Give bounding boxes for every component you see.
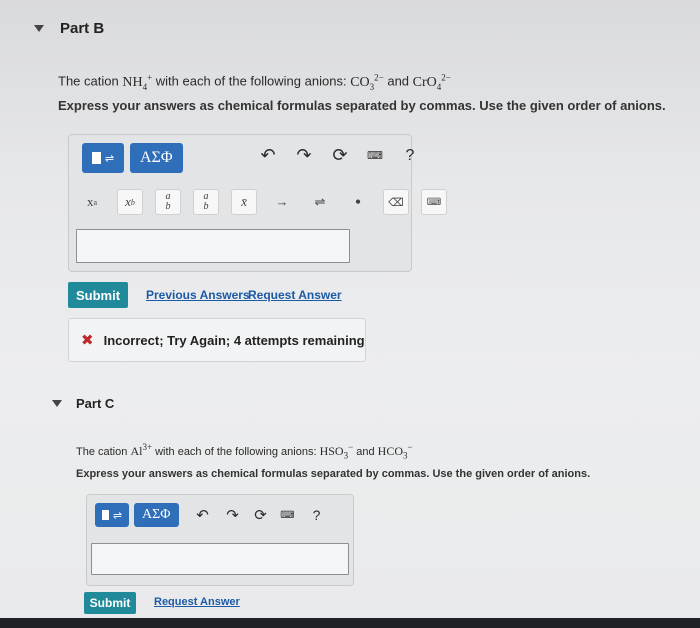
part-b-instruction: Express your answers as chemical formula… (58, 98, 666, 113)
request-answer-link[interactable]: Request Answer (248, 288, 342, 302)
part-c-submit-button[interactable]: Submit (84, 592, 136, 614)
previous-answers-link[interactable]: Previous Answers (146, 288, 250, 302)
cation-formula: NH4+ (122, 72, 153, 92)
templates-button[interactable]: ⇌ (82, 143, 124, 173)
request-answer-link[interactable]: Request Answer (154, 596, 240, 608)
collapse-caret-icon[interactable] (52, 400, 62, 407)
part-b-header[interactable]: Part B (34, 20, 104, 37)
anion2-formula: HCO3− (377, 442, 413, 461)
subscript-key[interactable]: xb (117, 189, 143, 215)
part-b-answer-editor: ⇌ ΑΣΦ ↶ ↷ ⟳ ⌨ ? xa xb ab ab x̄ → ⇌ • ⌫ ⌨ (68, 134, 447, 272)
keyboard-toggle-icon[interactable]: ⌨ (421, 189, 447, 215)
part-b-title: Part B (60, 20, 105, 37)
error-x-icon: ✖ (81, 332, 94, 349)
redo-icon[interactable]: ↷ (223, 506, 243, 524)
reset-icon[interactable]: ⟳ (327, 145, 353, 166)
keyboard-icon[interactable]: ⌨ (277, 510, 299, 521)
delete-key-icon[interactable]: ⌫ (383, 189, 409, 215)
overline-key[interactable]: x̄ (231, 189, 257, 215)
part-c-instruction: Express your answers as chemical formula… (76, 468, 591, 480)
undo-icon[interactable]: ↶ (255, 145, 281, 166)
anion1-formula: HSO3− (319, 442, 354, 461)
part-c-answer-editor: ⇌ ΑΣΦ ↶ ↷ ⟳ ⌨ ? (86, 494, 354, 586)
redo-icon[interactable]: ↷ (291, 145, 317, 166)
fraction-key[interactable]: ab (155, 189, 181, 215)
greek-symbols-button[interactable]: ΑΣΦ (130, 143, 183, 173)
reaction-arrow-key[interactable]: → (269, 189, 295, 215)
part-b-prompt: The cation NH4+ with each of the followi… (58, 72, 451, 92)
part-c-prompt: The cation Al3+ with each of the followi… (76, 442, 413, 461)
anion2-formula: CrO42− (412, 72, 451, 92)
greek-symbols-button[interactable]: ΑΣΦ (134, 503, 179, 527)
part-b-submit-button[interactable]: Submit (68, 282, 128, 308)
cation-formula: Al3+ (130, 442, 153, 458)
undo-icon[interactable]: ↶ (193, 506, 213, 524)
templates-button[interactable]: ⇌ (95, 503, 129, 527)
dot-key[interactable]: • (345, 189, 371, 215)
help-button[interactable]: ? (397, 147, 423, 165)
bottom-edge-bar (0, 618, 700, 628)
reset-icon[interactable]: ⟳ (251, 506, 271, 524)
part-c-answer-input[interactable] (91, 543, 349, 575)
equilibrium-arrow-key[interactable]: ⇌ (307, 189, 333, 215)
fraction-bar-key[interactable]: ab (193, 189, 219, 215)
anion1-formula: CO32− (350, 72, 384, 92)
part-c-header[interactable]: Part C (52, 396, 114, 411)
collapse-caret-icon[interactable] (34, 25, 44, 32)
keyboard-icon[interactable]: ⌨ (361, 149, 389, 162)
feedback-box: ✖ Incorrect; Try Again; 4 attempts remai… (68, 318, 366, 362)
feedback-message: Incorrect; Try Again; 4 attempts remaini… (103, 332, 365, 348)
help-button[interactable]: ? (307, 507, 327, 523)
part-b-answer-input[interactable] (76, 229, 350, 263)
superscript-key[interactable]: xa (79, 189, 105, 215)
page: Part B The cation NH4+ with each of the … (0, 0, 700, 628)
part-c-title: Part C (76, 396, 115, 411)
